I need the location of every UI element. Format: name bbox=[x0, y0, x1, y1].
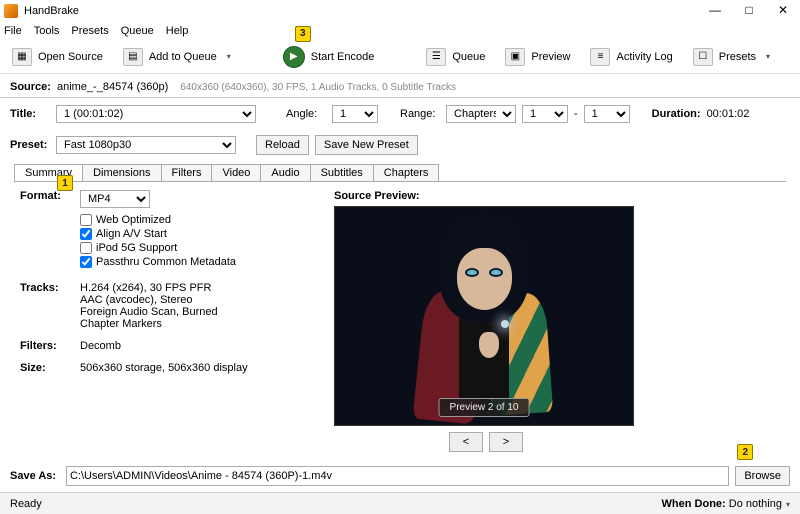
save-as-input[interactable] bbox=[66, 466, 729, 486]
maximize-button[interactable]: □ bbox=[732, 0, 766, 20]
tab-audio[interactable]: Audio bbox=[260, 164, 310, 181]
range-to-select[interactable]: 1 bbox=[584, 105, 630, 123]
filters-label: Filters: bbox=[20, 340, 80, 352]
browse-button[interactable]: Browse bbox=[735, 466, 790, 486]
source-info: 640x360 (640x360), 30 FPS, 1 Audio Track… bbox=[180, 82, 456, 93]
start-encode-label: Start Encode bbox=[311, 51, 375, 63]
size-label: Size: bbox=[20, 362, 80, 374]
presets-label: Presets bbox=[719, 51, 756, 63]
size-value: 506x360 storage, 506x360 display bbox=[80, 362, 248, 374]
activity-log-icon: ≡ bbox=[590, 48, 610, 66]
menubar: File Tools Presets Queue Help bbox=[0, 22, 800, 40]
preset-select[interactable]: Fast 1080p30 bbox=[56, 136, 236, 154]
source-preview-image: Preview 2 of 10 bbox=[334, 206, 634, 426]
title-select[interactable]: 1 (00:01:02) bbox=[56, 105, 256, 123]
status-bar: Ready When Done: Do nothing bbox=[0, 492, 800, 514]
preview-count-badge: Preview 2 of 10 bbox=[439, 398, 530, 417]
tab-summary[interactable]: Summary1 bbox=[14, 164, 83, 181]
menu-help[interactable]: Help bbox=[166, 25, 189, 37]
toolbar: ▦ Open Source ▤ Add to Queue ▶ Start Enc… bbox=[0, 40, 800, 74]
reload-button[interactable]: Reload bbox=[256, 135, 309, 155]
callout-2: 2 bbox=[737, 444, 753, 460]
menu-tools[interactable]: Tools bbox=[34, 25, 60, 37]
tab-subtitles[interactable]: Subtitles bbox=[310, 164, 374, 181]
activity-log-label: Activity Log bbox=[616, 51, 672, 63]
queue-label: Queue bbox=[452, 51, 485, 63]
ipod-5g-checkbox[interactable]: iPod 5G Support bbox=[80, 242, 294, 254]
add-to-queue-button[interactable]: ▤ Add to Queue bbox=[117, 46, 237, 68]
preview-icon: ▣ bbox=[505, 48, 525, 66]
tabs: Summary1 Dimensions Filters Video Audio … bbox=[14, 164, 800, 181]
track-line-4: Chapter Markers bbox=[80, 318, 218, 330]
web-optimized-checkbox[interactable]: Web Optimized bbox=[80, 214, 294, 226]
preset-label: Preset: bbox=[10, 139, 50, 151]
track-line-3: Foreign Audio Scan, Burned bbox=[80, 306, 218, 318]
save-as-label: Save As: bbox=[10, 470, 60, 482]
angle-select[interactable]: 1 bbox=[332, 105, 378, 123]
range-dash: - bbox=[574, 108, 578, 120]
range-label: Range: bbox=[400, 108, 440, 120]
format-select[interactable]: MP4 bbox=[80, 190, 150, 208]
source-label: Source: bbox=[10, 81, 51, 93]
play-icon: ▶ bbox=[283, 46, 305, 68]
preview-button[interactable]: ▣ Preview bbox=[499, 46, 576, 68]
track-line-1: H.264 (x264), 30 FPS PFR bbox=[80, 282, 218, 294]
preview-label: Preview bbox=[531, 51, 570, 63]
start-encode-button[interactable]: ▶ Start Encode 3 bbox=[277, 44, 381, 70]
tab-chapters[interactable]: Chapters bbox=[373, 164, 440, 181]
range-mode-select[interactable]: Chapters bbox=[446, 105, 516, 123]
source-preview-label: Source Preview: bbox=[334, 190, 786, 202]
status-text: Ready bbox=[10, 498, 42, 510]
title-label: Title: bbox=[10, 108, 50, 120]
format-label: Format: bbox=[20, 190, 80, 208]
when-done-label: When Done: bbox=[662, 498, 726, 510]
activity-log-button[interactable]: ≡ Activity Log bbox=[584, 46, 678, 68]
add-to-queue-label: Add to Queue bbox=[149, 51, 217, 63]
presets-button[interactable]: ☐ Presets bbox=[687, 46, 776, 68]
tab-filters[interactable]: Filters bbox=[161, 164, 213, 181]
window-title: HandBrake bbox=[24, 5, 79, 17]
window-titlebar: HandBrake — □ ✕ bbox=[0, 0, 800, 22]
save-new-preset-button[interactable]: Save New Preset bbox=[315, 135, 418, 155]
queue-button[interactable]: ☰ Queue bbox=[420, 46, 491, 68]
callout-3: 3 bbox=[295, 26, 311, 42]
add-to-queue-icon: ▤ bbox=[123, 48, 143, 66]
duration-label: Duration: bbox=[652, 108, 701, 120]
source-name: anime_-_84574 (360p) bbox=[57, 81, 168, 93]
passthru-metadata-checkbox[interactable]: Passthru Common Metadata bbox=[80, 256, 294, 268]
preview-next-button[interactable]: > bbox=[489, 432, 523, 452]
open-source-icon: ▦ bbox=[12, 48, 32, 66]
menu-file[interactable]: File bbox=[4, 25, 22, 37]
app-icon bbox=[4, 4, 18, 18]
tab-video[interactable]: Video bbox=[211, 164, 261, 181]
close-button[interactable]: ✕ bbox=[766, 0, 800, 20]
minimize-button[interactable]: — bbox=[698, 0, 732, 20]
align-av-checkbox[interactable]: Align A/V Start bbox=[80, 228, 294, 240]
open-source-label: Open Source bbox=[38, 51, 103, 63]
tab-dimensions[interactable]: Dimensions bbox=[82, 164, 161, 181]
menu-presets[interactable]: Presets bbox=[71, 25, 108, 37]
queue-icon: ☰ bbox=[426, 48, 446, 66]
open-source-button[interactable]: ▦ Open Source bbox=[6, 46, 109, 68]
callout-1: 1 bbox=[57, 175, 73, 191]
range-from-select[interactable]: 1 bbox=[522, 105, 568, 123]
track-line-2: AAC (avcodec), Stereo bbox=[80, 294, 218, 306]
filters-value: Decomb bbox=[80, 340, 121, 352]
duration-value: 00:01:02 bbox=[707, 108, 750, 120]
tracks-label: Tracks: bbox=[20, 282, 80, 330]
menu-queue[interactable]: Queue bbox=[121, 25, 154, 37]
angle-label: Angle: bbox=[286, 108, 326, 120]
preview-prev-button[interactable]: < bbox=[449, 432, 483, 452]
when-done-select[interactable]: Do nothing bbox=[729, 498, 790, 510]
presets-icon: ☐ bbox=[693, 48, 713, 66]
